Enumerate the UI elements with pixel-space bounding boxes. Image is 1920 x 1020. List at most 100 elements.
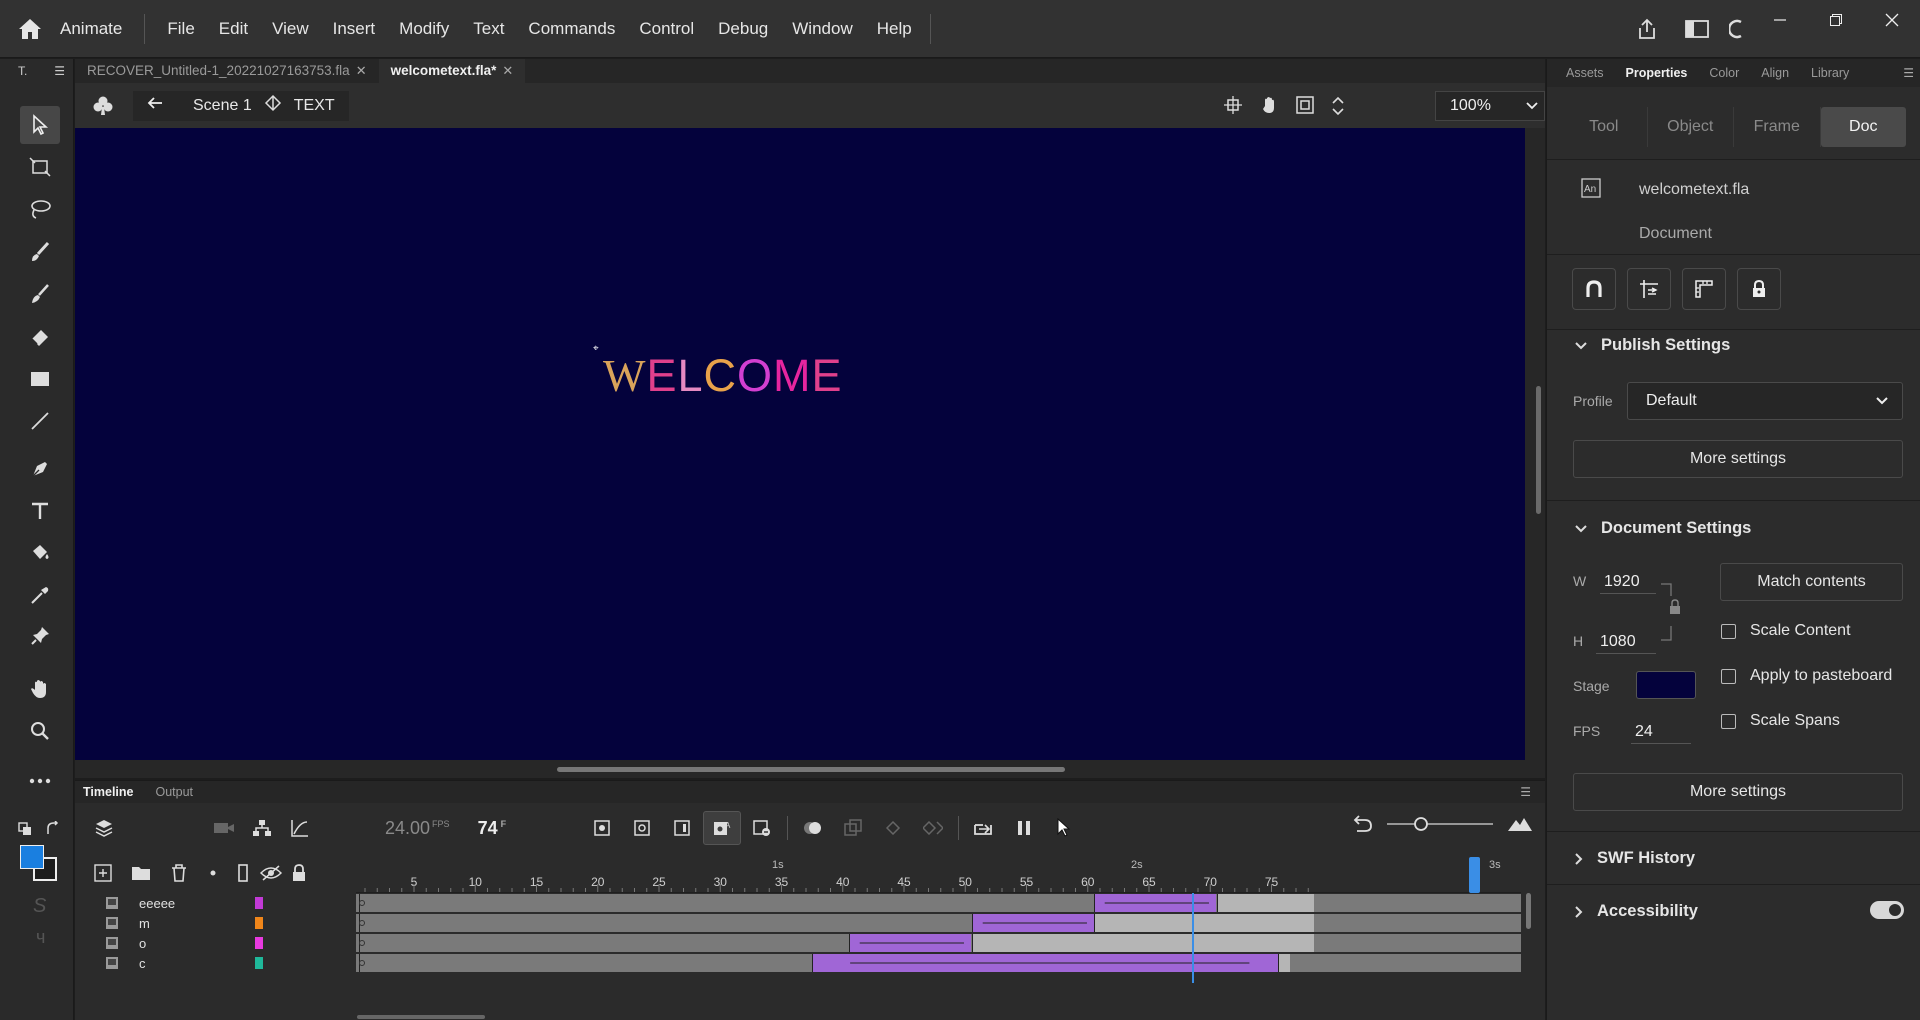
layer-frames-track[interactable] [356,934,1521,952]
swap-colors-button[interactable] [45,820,61,841]
accessibility-header[interactable]: Accessibility [1575,902,1698,921]
layer-row[interactable]: o [75,933,1521,953]
paint-bucket-tool[interactable] [20,534,60,572]
height-field[interactable]: 1080 [1596,631,1656,654]
rotate-stage-button[interactable] [1259,95,1279,121]
profile-select[interactable]: Default [1627,382,1903,420]
keyframe-dot[interactable] [359,960,365,966]
layer-color-marker[interactable] [255,957,263,969]
layer-row[interactable]: m [75,913,1521,933]
minimize-button[interactable] [1752,0,1808,40]
current-frame-readout[interactable]: 74 F [478,818,507,839]
layer-frames-track[interactable] [356,954,1521,972]
timeline-vertical-scrollbar[interactable] [1526,893,1531,929]
subtab-object[interactable]: Object [1648,107,1734,147]
pen-tool[interactable] [20,450,60,488]
stage-vertical-scrollbar[interactable] [1536,386,1541,514]
subtab-tool[interactable]: Tool [1561,107,1648,147]
menu-edit[interactable]: Edit [207,0,260,58]
keyframe-dot[interactable] [359,920,365,926]
hand-tool[interactable] [20,670,60,708]
lock-guides-button[interactable] [1737,268,1781,310]
insert-blank-keyframe-button[interactable] [623,811,661,845]
timeline-zoom-slider[interactable] [1385,816,1495,836]
frame-span[interactable] [359,894,1094,912]
layer-name[interactable]: m [139,916,150,931]
workspace-button[interactable] [1672,0,1722,58]
graph-button[interactable] [281,811,319,845]
link-dimensions-button[interactable] [1659,582,1683,646]
hide-layers-button[interactable] [257,865,285,881]
layer-row[interactable]: eeeee [75,893,1521,913]
doc-tab-recover[interactable]: RECOVER_Untitled-1_20221027163753.fla ✕ [75,59,379,83]
edit-multiple-frames-button[interactable] [834,811,872,845]
new-folder-button[interactable] [121,865,161,881]
scale-spans-checkbox[interactable]: Scale Spans [1721,712,1840,730]
layer-frames-track[interactable] [356,894,1521,912]
keyframe-dot[interactable] [359,900,365,906]
breadcrumb-scene[interactable]: Scene 1 [193,97,252,115]
layer-color-marker[interactable] [255,917,263,929]
scale-content-checkbox[interactable]: Scale Content [1721,622,1851,640]
layer-name[interactable]: c [139,956,146,971]
loop-button[interactable] [965,811,1003,845]
breadcrumb-symbol[interactable]: TEXT [294,97,335,115]
reset-timeline-button[interactable] [1351,815,1373,837]
motion-tween-span[interactable] [1094,894,1217,912]
publish-more-settings-button[interactable]: More settings [1573,440,1903,478]
checkbox-box[interactable] [1721,713,1736,729]
menu-text[interactable]: Text [461,0,516,58]
tab-align[interactable]: Align [1750,66,1800,80]
doc-tab-welcometext[interactable]: welcometext.fla* ✕ [378,59,526,83]
menu-modify[interactable]: Modify [387,0,461,58]
menu-window[interactable]: Window [780,0,864,58]
paint-brush-tool[interactable] [20,275,60,313]
pause-button[interactable] [1005,811,1043,845]
welcome-text[interactable]: WELCOME [603,350,843,402]
more-tools-button[interactable] [20,762,60,800]
frame-span[interactable] [1094,914,1315,932]
frame-span[interactable] [971,934,1315,952]
outline-layers-button[interactable] [229,864,257,882]
layer-color-marker[interactable] [255,897,263,909]
onion-skin-button[interactable] [794,811,832,845]
insert-keyframe-button[interactable] [583,811,621,845]
subtab-doc[interactable]: Doc [1820,107,1906,147]
eraser-tool[interactable] [20,317,60,355]
panel-menu-icon[interactable]: ☰ [1903,66,1914,80]
rectangle-tool[interactable] [20,360,60,398]
auto-keyframe-button[interactable]: A [703,811,741,845]
prev-keyframe-button[interactable] [874,811,912,845]
frame-ruler[interactable]: 1s 2s 3s 5 10 15 20 25 30 35 40 45 50 55 60 65 70 75 [356,853,1521,893]
tab-output[interactable]: Output [155,785,193,799]
layer-color-marker[interactable] [255,937,263,949]
menu-control[interactable]: Control [627,0,706,58]
match-contents-button[interactable]: Match contents [1720,563,1903,601]
share-button[interactable] [1622,0,1672,58]
layer-info[interactable]: eeeee [75,893,355,913]
stage-horizontal-scrollbar[interactable] [557,767,1065,772]
layer-info[interactable]: o [75,933,355,953]
new-layer-button[interactable] [85,864,121,882]
subtab-frame[interactable]: Frame [1734,107,1821,147]
close-tab-icon[interactable]: ✕ [502,59,513,83]
fit-frames-button[interactable] [1507,816,1533,836]
parenting-button[interactable] [243,811,281,845]
panel-menu-icon[interactable]: ☰ [54,64,65,78]
stroke-color-swatch[interactable] [20,845,44,869]
next-keyframe-button[interactable] [914,811,952,845]
document-settings-header[interactable]: Document Settings [1575,519,1751,538]
apply-pasteboard-checkbox[interactable]: Apply to pasteboard [1721,667,1892,685]
zoom-dropdown[interactable]: 100% [1435,91,1545,121]
back-button[interactable] [147,96,163,115]
line-tool[interactable] [20,402,60,440]
pin-tool[interactable] [20,617,60,655]
menu-view[interactable]: View [260,0,321,58]
zoom-stepper[interactable] [1331,95,1345,121]
delete-layer-button[interactable] [161,864,197,882]
tab-library[interactable]: Library [1800,66,1860,80]
layer-name[interactable]: eeeee [139,896,175,911]
home-button[interactable] [0,0,60,58]
account-button[interactable] [1722,0,1752,58]
tab-color[interactable]: Color [1698,66,1750,80]
